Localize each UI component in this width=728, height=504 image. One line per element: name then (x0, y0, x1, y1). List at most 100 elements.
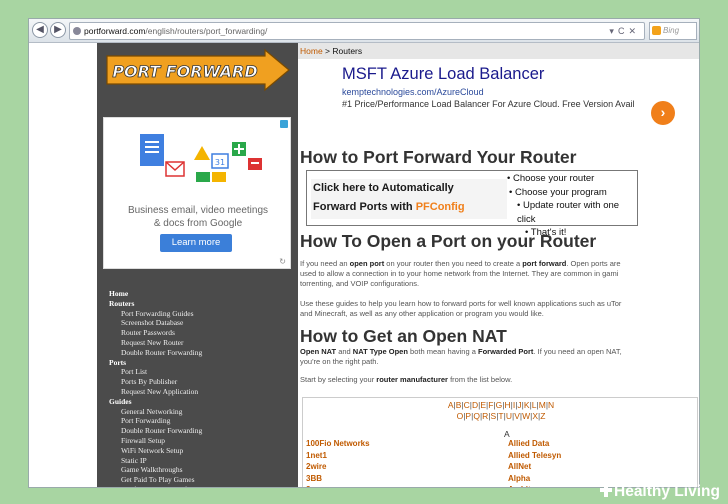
para3-a: Open NAT (300, 347, 337, 356)
sidebar-nav-link[interactable]: General Networking (109, 407, 295, 417)
url-path: /english/routers/port_forwarding/ (145, 26, 268, 36)
manufacturer-link[interactable]: Ambit (508, 485, 531, 487)
sidebar-nav-link[interactable]: Port List (109, 367, 295, 377)
sidebar-section-header[interactable]: Routers (109, 299, 295, 309)
alphabet-row-2: O|P|Q|R|S|T|U|V|W|X|Z (303, 411, 699, 421)
heading-open-nat: How to Get an Open NAT (300, 326, 507, 346)
manufacturer-link[interactable]: 3BB (306, 474, 322, 483)
alphabet-row-1: A|B|C|D|E|F|G|H|I|J|K|L|M|N (303, 400, 699, 410)
sidebar-nav-link[interactable]: Firewall Setup (109, 436, 295, 446)
para1-d: port forward (522, 259, 567, 268)
ad-title[interactable]: MSFT Azure Load Balancer (342, 65, 699, 84)
banner-line2-prefix: Forward Ports with (313, 201, 416, 213)
letter-link-m[interactable]: M (539, 400, 546, 410)
top-ad[interactable]: MSFT Azure Load Balancer kemptechnologie… (342, 65, 699, 123)
logo-text: PORT FORWARD (112, 62, 257, 81)
banner-brand: PFConfig (415, 201, 465, 213)
para4-a: Start by selecting your (300, 375, 377, 384)
paragraph-guides: Use these guides to help you learn how t… (300, 299, 699, 319)
site-favicon-icon (73, 27, 81, 35)
paragraph-open-port: If you need an open port on your router … (300, 259, 699, 288)
manufacturer-link[interactable]: 1net1 (306, 451, 327, 460)
pfconfig-banner[interactable]: Click here to Automatically Forward Port… (306, 170, 638, 238)
ad-text-line2: & docs from Google (153, 218, 243, 229)
manufacturer-link[interactable]: Allied Data (508, 439, 549, 448)
manufacturer-link[interactable]: 100Fio Networks (306, 439, 370, 448)
para3-c: NAT Type Open (352, 347, 408, 356)
para1-a: If you need an (300, 259, 350, 268)
bullet-3: • Update router with one click (517, 200, 620, 225)
sidebar-nav-link[interactable]: Request New Application (109, 387, 295, 397)
sidebar-section-header[interactable]: Home (109, 289, 295, 299)
sidebar-nav-link[interactable]: Portforward Minecraft (109, 485, 295, 487)
url-domain: portforward.com (84, 26, 146, 36)
heading-port-forward: How to Port Forward Your Router (300, 147, 577, 167)
letter-link-q[interactable]: Q (473, 411, 480, 421)
stop-icon[interactable]: ✕ (628, 26, 640, 36)
breadcrumb-separator: > (322, 46, 333, 56)
manufacturer-link[interactable]: 2wire (306, 462, 326, 471)
watermark: Healthy Living (600, 482, 720, 502)
breadcrumb-home[interactable]: Home (300, 46, 323, 56)
sidebar-nav-link[interactable]: Port Forwarding Guides (109, 309, 295, 319)
back-button[interactable]: ◀ (32, 22, 48, 38)
para2-line2: and Minecraft, as well as any other appl… (300, 308, 544, 318)
ad-url[interactable]: kemptechnologies.com/AzureCloud (342, 87, 699, 97)
paragraph-nat: Open NAT and NAT Type Open both mean hav… (300, 347, 699, 367)
ad-arrow-button[interactable]: › (651, 101, 675, 125)
para1-c: on your router then you need to create a (384, 259, 523, 268)
sidebar-nav-link[interactable]: Screenshot Database (109, 318, 295, 328)
main-content: Home > Routers MSFT Azure Load Balancer … (298, 43, 699, 487)
learn-more-button[interactable]: Learn more (160, 234, 232, 252)
para3-line1: Open NAT and NAT Type Open both mean hav… (300, 347, 699, 357)
sidebar-nav-link[interactable]: Double Router Forwarding (109, 426, 295, 436)
sidebar: PORT FORWARD 31 Business email, video me… (97, 43, 298, 487)
google-apps-icon: 31 (140, 134, 262, 182)
forward-button[interactable]: ▶ (50, 22, 66, 38)
sidebar-nav-link[interactable]: Ports By Publisher (109, 377, 295, 387)
sidebar-nav-link[interactable]: Port Forwarding (109, 416, 295, 426)
sidebar-section-header[interactable]: Ports (109, 358, 295, 368)
page-left-margin (29, 43, 97, 487)
letter-link-z[interactable]: Z (540, 411, 545, 421)
watermark-text: Healthy Living (614, 483, 720, 500)
sidebar-nav-link[interactable]: Game Walkthroughs (109, 465, 295, 475)
google-ad[interactable]: 31 Business email, video meetings & docs… (103, 117, 291, 269)
ad-text: Business email, video meetings & docs fr… (104, 204, 292, 230)
dropdown-icon[interactable]: ▾ (609, 26, 618, 36)
refresh-icon[interactable]: C (618, 26, 629, 36)
bullet-2: • Choose your program (509, 186, 607, 198)
portforward-logo[interactable]: PORT FORWARD (105, 48, 291, 92)
browser-window: ◀ ▶ portforward.com/english/routers/port… (28, 18, 700, 488)
search-engine-label: Bing (663, 26, 680, 35)
adchoices-icon[interactable] (280, 120, 288, 128)
search-field[interactable]: Bing (649, 22, 697, 40)
banner-cta[interactable]: Click here to Automatically Forward Port… (311, 179, 507, 219)
para3-e: Forwarded Port (478, 347, 534, 356)
letter-link-n[interactable]: N (548, 400, 554, 410)
manufacturer-link[interactable]: Allied Telesyn (508, 451, 561, 460)
para1-b: open port (349, 259, 385, 268)
para2-line1: Use these guides to help you learn how t… (300, 299, 622, 308)
breadcrumb: Home > Routers (298, 43, 699, 59)
sidebar-nav-link[interactable]: Router Passwords (109, 328, 295, 338)
para3-f: . If you need an open NAT, (533, 347, 622, 356)
sidebar-nav-link[interactable]: WiFi Network Setup (109, 446, 295, 456)
para3-line2: you're on the right path. (300, 356, 379, 366)
sidebar-nav-link[interactable]: Get Paid To Play Games (109, 475, 295, 485)
ad-refresh-icon[interactable]: ↻ (279, 257, 286, 266)
para4-c: from the list below. (447, 375, 513, 384)
url-field[interactable]: portforward.com/english/routers/port_for… (69, 22, 645, 40)
manufacturer-link[interactable]: AllNet (508, 462, 531, 471)
para1-line2: used to allow a connection in to your ho… (300, 268, 619, 278)
svg-text:31: 31 (215, 158, 225, 167)
ad-text-line1: Business email, video meetings (127, 205, 269, 216)
sidebar-nav-link[interactable]: Static IP (109, 456, 295, 466)
sidebar-section-header[interactable]: Guides (109, 397, 295, 407)
banner-line1: Click here to Automatically (313, 182, 454, 194)
manufacturer-link[interactable]: 3com (306, 485, 327, 487)
letter-link-w[interactable]: W (522, 411, 530, 421)
sidebar-nav-link[interactable]: Request New Router (109, 338, 295, 348)
manufacturer-link[interactable]: Alpha (508, 474, 530, 483)
sidebar-nav-link[interactable]: Double Router Forwarding (109, 348, 295, 358)
